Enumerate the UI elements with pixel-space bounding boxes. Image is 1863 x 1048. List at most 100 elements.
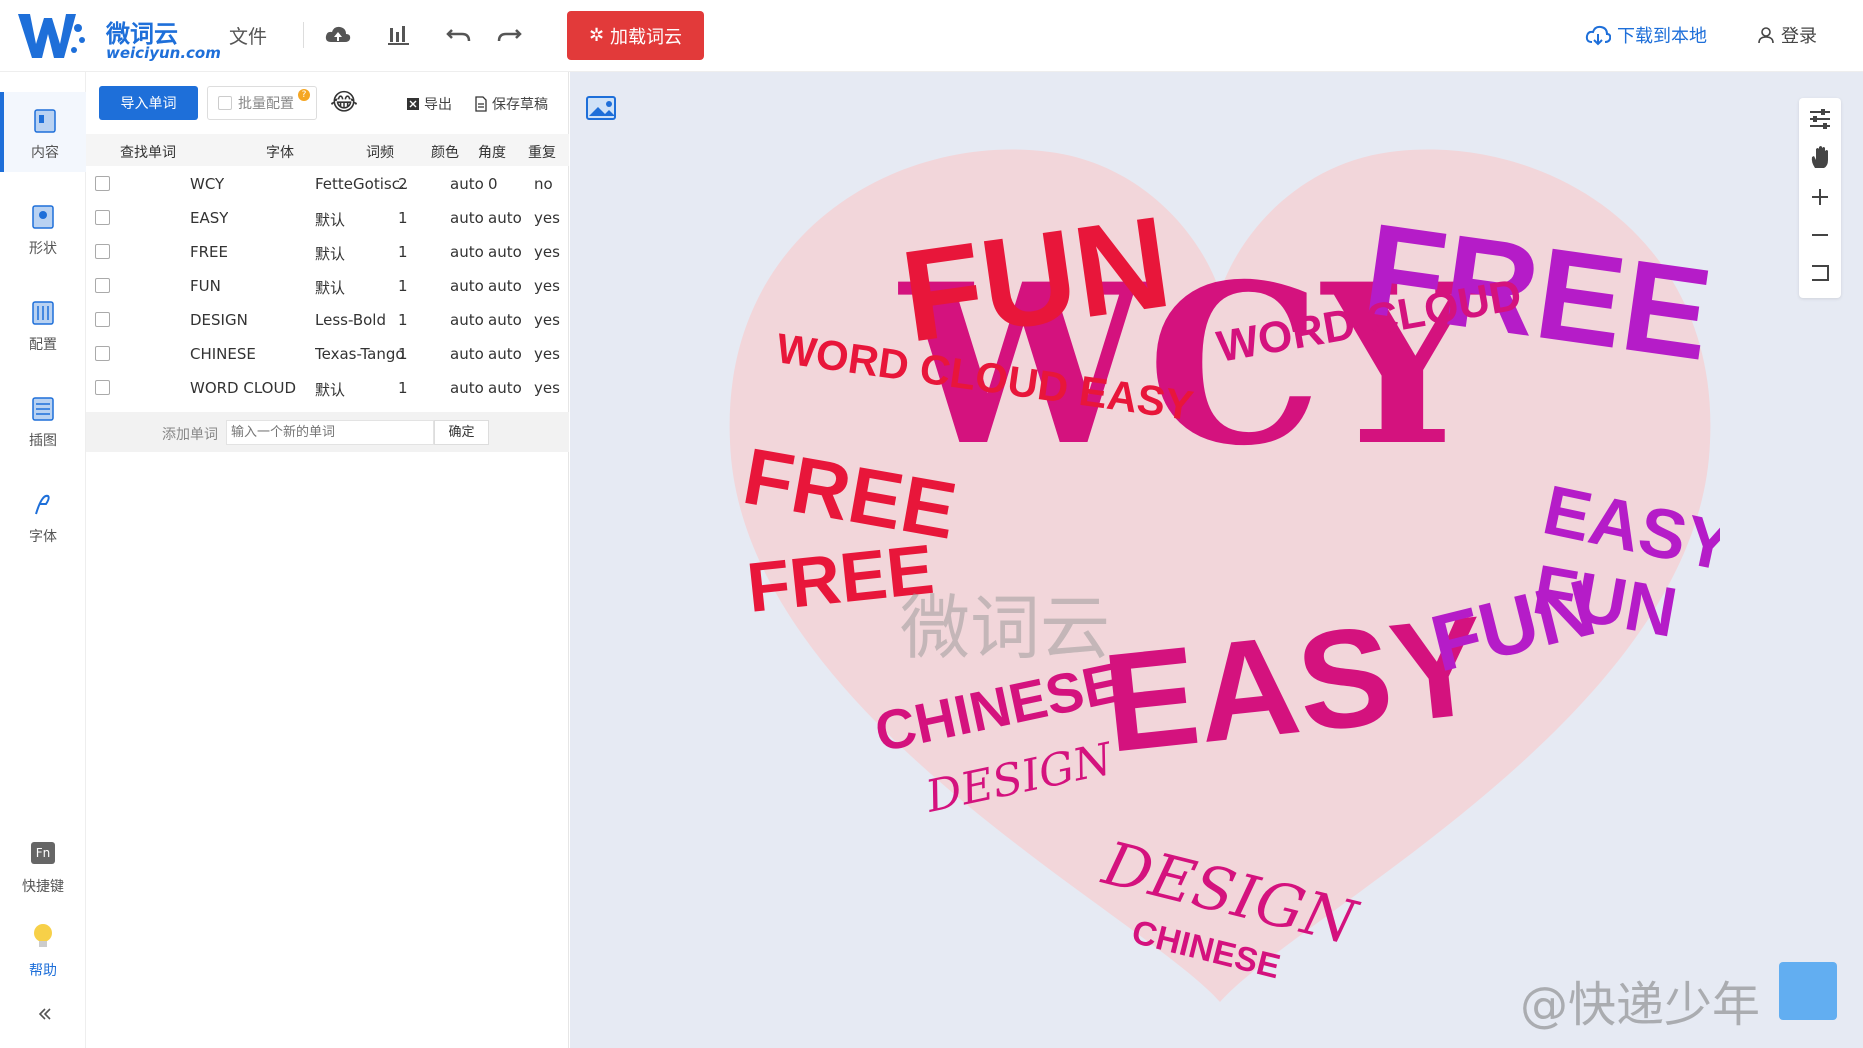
question-icon: ? xyxy=(298,89,310,101)
nav-shortcuts[interactable]: Fn 快捷键 xyxy=(0,842,86,912)
corner-action-button[interactable] xyxy=(1779,962,1837,1020)
cell-color: auto xyxy=(450,379,484,397)
undo-icon[interactable] xyxy=(444,20,474,50)
word-cloud-heart[interactable]: WCY FUN FREE EASY FREE FREE WORD CLOUD E… xyxy=(720,112,1720,1012)
row-checkbox[interactable] xyxy=(95,346,110,361)
export-button[interactable]: 导出 xyxy=(406,94,452,114)
table-row[interactable]: CHINESE Texas-Tango 1 auto auto yes xyxy=(86,337,569,371)
fn-key-icon: Fn xyxy=(31,842,55,864)
cell-word[interactable]: FUN xyxy=(190,277,221,295)
document-icon xyxy=(475,96,487,112)
add-word-input[interactable] xyxy=(226,420,434,445)
collapse-icon[interactable] xyxy=(38,1007,52,1021)
cell-freq: 1 xyxy=(398,311,408,329)
canvas-toolbar xyxy=(1799,98,1841,298)
table-row[interactable]: WORD CLOUD 默认 1 auto auto yes xyxy=(86,371,569,405)
fit-screen-icon[interactable] xyxy=(1807,260,1833,286)
batch-config-checkbox[interactable] xyxy=(218,96,232,110)
nav-illustration-label: 插图 xyxy=(29,433,57,449)
cloud-download-icon xyxy=(1585,25,1611,46)
cloud-upload-icon[interactable] xyxy=(323,20,353,50)
cell-word[interactable]: DESIGN xyxy=(190,311,248,329)
load-cloud-label: 加载词云 xyxy=(610,26,683,48)
cell-angle: auto xyxy=(488,209,522,227)
content-icon xyxy=(34,109,56,133)
cell-word[interactable]: FREE xyxy=(190,243,228,261)
cell-freq: 1 xyxy=(398,209,408,227)
table-row[interactable]: WCY FetteGotisc... 2 auto 0 no xyxy=(86,167,569,201)
cell-angle: auto xyxy=(488,379,522,397)
canvas-area: WCY FUN FREE EASY FREE FREE WORD CLOUD E… xyxy=(570,72,1863,1048)
table-row[interactable]: FREE 默认 1 auto auto yes xyxy=(86,235,569,269)
chart-icon[interactable] xyxy=(384,20,414,50)
export-label: 导出 xyxy=(424,97,452,113)
table-row[interactable]: FUN 默认 1 auto auto yes xyxy=(86,269,569,303)
col-word[interactable]: 查找单词 xyxy=(120,142,176,162)
row-checkbox[interactable] xyxy=(95,210,110,225)
cell-freq: 1 xyxy=(398,243,408,261)
cell-freq: 1 xyxy=(398,277,408,295)
cell-repeat: yes xyxy=(534,277,560,295)
logo[interactable]: 微词云 weiciyun.com xyxy=(16,8,221,64)
cell-font: 默认 xyxy=(315,381,346,399)
login-label: 登录 xyxy=(1781,26,1817,47)
zoom-out-icon[interactable] xyxy=(1807,222,1833,248)
nav-font-label: 字体 xyxy=(29,529,57,545)
top-bar: 微词云 weiciyun.com 文件 ✲ 加载词云 下载到本地 登录 xyxy=(0,0,1863,72)
center-watermark: 微词云 xyxy=(900,587,1110,669)
image-icon[interactable] xyxy=(585,94,621,124)
excel-icon xyxy=(407,98,419,110)
table-row[interactable]: EASY 默认 1 auto auto yes xyxy=(86,201,569,235)
shape-icon xyxy=(32,205,54,229)
row-checkbox[interactable] xyxy=(95,244,110,259)
emoji-icon[interactable]: 😂 xyxy=(330,88,358,116)
cell-word[interactable]: EASY xyxy=(190,209,228,227)
cell-angle: 0 xyxy=(488,175,498,193)
add-word-row: 添加单词 确定 xyxy=(86,412,569,452)
nav-content-label: 内容 xyxy=(31,145,59,161)
row-checkbox[interactable] xyxy=(95,312,110,327)
redo-icon[interactable] xyxy=(494,20,524,50)
download-label: 下载到本地 xyxy=(1617,26,1707,47)
col-color: 颜色 xyxy=(431,145,459,161)
cell-font: FetteGotisc... xyxy=(315,175,407,193)
cell-color: auto xyxy=(450,311,484,329)
word-table-header: 查找单词 字体 词频 颜色 角度 重复 xyxy=(86,134,569,166)
table-row[interactable]: DESIGN Less-Bold 1 auto auto yes xyxy=(86,303,569,337)
settings-sliders-icon[interactable] xyxy=(1807,106,1833,132)
cell-color: auto xyxy=(450,243,484,261)
word-panel: 导入单词 批量配置 ? 😂 导出 保存草稿 查找单词 字体 词频 颜色 角度 重… xyxy=(86,72,569,1048)
nav-config[interactable]: 配置 xyxy=(0,284,86,364)
file-menu[interactable]: 文件 xyxy=(229,22,267,49)
cell-font: Less-Bold xyxy=(315,311,386,329)
cell-repeat: yes xyxy=(534,345,560,363)
save-draft-button[interactable]: 保存草稿 xyxy=(474,94,548,114)
row-checkbox[interactable] xyxy=(95,380,110,395)
import-words-button[interactable]: 导入单词 xyxy=(99,86,198,120)
zoom-in-icon[interactable] xyxy=(1807,184,1833,210)
login-button[interactable]: 登录 xyxy=(1757,22,1817,48)
row-checkbox[interactable] xyxy=(95,176,110,191)
hand-icon[interactable] xyxy=(1807,144,1833,170)
col-font: 字体 xyxy=(266,145,294,161)
cell-freq: 2 xyxy=(398,175,408,193)
save-draft-label: 保存草稿 xyxy=(492,97,548,113)
font-icon xyxy=(35,494,50,515)
batch-config-toggle[interactable]: 批量配置 ? xyxy=(207,86,317,120)
cell-color: auto xyxy=(450,209,484,227)
row-checkbox[interactable] xyxy=(95,278,110,293)
nav-shape[interactable]: 形状 xyxy=(0,188,86,268)
nav-shortcuts-label: 快捷键 xyxy=(22,879,64,895)
nav-font[interactable]: 字体 xyxy=(0,476,86,556)
cell-freq: 1 xyxy=(398,379,408,397)
cell-word[interactable]: WORD CLOUD xyxy=(190,379,296,397)
nav-help[interactable]: 帮助 xyxy=(0,922,86,992)
cell-word[interactable]: CHINESE xyxy=(190,345,256,363)
confirm-button[interactable]: 确定 xyxy=(434,420,489,445)
nav-illustration[interactable]: 插图 xyxy=(0,380,86,460)
cell-word[interactable]: WCY xyxy=(190,175,224,193)
cell-angle: auto xyxy=(488,243,522,261)
download-button[interactable]: 下载到本地 xyxy=(1585,22,1707,48)
nav-content[interactable]: 内容 xyxy=(0,92,86,172)
load-cloud-button[interactable]: ✲ 加载词云 xyxy=(567,11,704,60)
